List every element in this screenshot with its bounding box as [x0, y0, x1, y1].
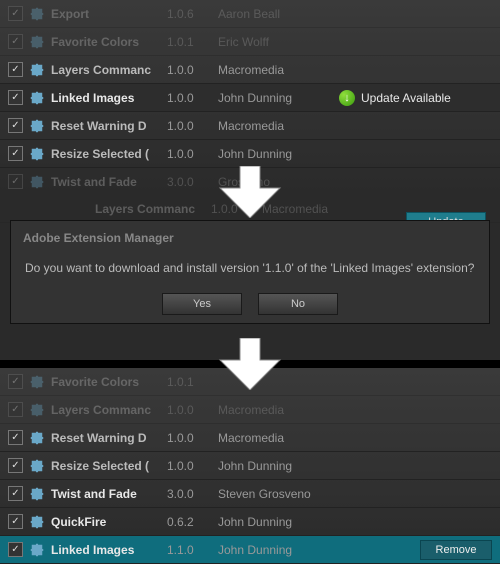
checkbox[interactable]: ✓	[8, 62, 23, 77]
puzzle-icon	[29, 542, 45, 558]
table-row[interactable]: ✓ Layers Commanc 1.0.0 Macromedia	[0, 56, 500, 84]
puzzle-icon	[29, 146, 45, 162]
ext-version: 1.1.0	[167, 543, 212, 557]
table-row[interactable]: ✓ Reset Warning D 1.0.0 Macromedia	[0, 424, 500, 452]
ext-name: Twist and Fade	[51, 487, 161, 501]
download-icon: ↓	[339, 90, 355, 106]
bottom-panel: ✓Favorite Colors1.0.1✓Layers Commanc1.0.…	[0, 368, 500, 560]
ext-author: Macromedia	[218, 119, 333, 133]
ext-author: Macromedia	[218, 431, 333, 445]
ext-name: Layers Commanc	[51, 403, 161, 417]
remove-button[interactable]: Remove	[420, 540, 492, 560]
ext-version: 1.0.0	[167, 63, 212, 77]
ext-name: Reset Warning D	[51, 431, 161, 445]
dialog-title: Adobe Extension Manager	[11, 221, 489, 251]
table-row[interactable]: ✓ Twist and Fade 3.0.0 Steven Grosveno	[0, 480, 500, 508]
ext-name: Resize Selected (	[51, 459, 161, 473]
ext-author: Eric Wolff	[218, 35, 333, 49]
ext-name: Resize Selected (	[51, 147, 161, 161]
arrow-1	[0, 166, 500, 218]
ext-version: 3.0.0	[167, 487, 212, 501]
dialog-buttons: Yes No	[11, 293, 489, 315]
table-row[interactable]: ✓ Resize Selected ( 1.0.0 John Dunning	[0, 140, 500, 168]
checkbox[interactable]: ✓	[8, 458, 23, 473]
ext-name: Export	[51, 7, 161, 21]
puzzle-icon	[29, 514, 45, 530]
ext-version: 1.0.1	[167, 35, 212, 49]
ext-name: Layers Commanc	[51, 63, 161, 77]
checkbox[interactable]: ✓	[8, 430, 23, 445]
table-row[interactable]: ✓ Export 1.0.6 Aaron Beall	[0, 0, 500, 28]
table-row[interactable]: ✓ Linked Images 1.0.0 John Dunning ↓Update A…	[0, 84, 500, 112]
puzzle-icon	[29, 458, 45, 474]
puzzle-icon	[29, 486, 45, 502]
arrow-2	[0, 338, 500, 390]
ext-name: Linked Images	[51, 91, 161, 105]
checkbox[interactable]: ✓	[8, 118, 23, 133]
dialog-body: Do you want to download and install vers…	[11, 251, 489, 293]
table-row[interactable]: ✓ QuickFire 0.6.2 John Dunning	[0, 508, 500, 536]
ext-version: 1.0.6	[167, 7, 212, 21]
table-row[interactable]: ✓ Favorite Colors 1.0.1 Eric Wolff	[0, 28, 500, 56]
table-row[interactable]: ✓ Reset Warning D 1.0.0 Macromedia	[0, 112, 500, 140]
ext-name: Reset Warning D	[51, 119, 161, 133]
checkbox[interactable]: ✓	[8, 34, 23, 49]
table-row[interactable]: ✓ Layers Commanc 1.0.0 Macromedia	[0, 396, 500, 424]
ext-name: QuickFire	[51, 515, 161, 529]
puzzle-icon	[29, 34, 45, 50]
no-button[interactable]: No	[258, 293, 338, 315]
ext-version: 1.0.0	[167, 431, 212, 445]
ext-author: Macromedia	[218, 63, 333, 77]
ext-name: Linked Images	[51, 543, 161, 557]
dialog: Adobe Extension Manager Do you want to d…	[10, 220, 490, 324]
checkbox[interactable]: ✓	[8, 90, 23, 105]
puzzle-icon	[29, 430, 45, 446]
ext-author: John Dunning	[218, 543, 333, 557]
checkbox[interactable]: ✓	[8, 146, 23, 161]
ext-version: 1.0.0	[167, 91, 212, 105]
checkbox[interactable]: ✓	[8, 542, 23, 557]
ext-author: John Dunning	[218, 91, 333, 105]
table-row[interactable]: ✓ Resize Selected ( 1.0.0 John Dunning	[0, 452, 500, 480]
ext-author: Steven Grosveno	[218, 487, 333, 501]
checkbox[interactable]: ✓	[8, 514, 23, 529]
checkbox[interactable]: ✓	[8, 6, 23, 21]
puzzle-icon	[29, 118, 45, 134]
ext-author: Macromedia	[218, 403, 333, 417]
ext-version: 0.6.2	[167, 515, 212, 529]
puzzle-icon	[29, 6, 45, 22]
ext-version: 1.0.0	[167, 459, 212, 473]
ext-author: John Dunning	[218, 147, 333, 161]
puzzle-icon	[29, 90, 45, 106]
ext-author: John Dunning	[218, 459, 333, 473]
ext-version: 1.0.0	[167, 119, 212, 133]
puzzle-icon	[29, 62, 45, 78]
ext-version: 1.0.0	[167, 403, 212, 417]
ext-name: Favorite Colors	[51, 35, 161, 49]
checkbox[interactable]: ✓	[8, 486, 23, 501]
puzzle-icon	[29, 402, 45, 418]
checkbox[interactable]: ✓	[8, 402, 23, 417]
yes-button[interactable]: Yes	[162, 293, 242, 315]
ext-author: Aaron Beall	[218, 7, 333, 21]
update-available[interactable]: ↓Update Available	[339, 90, 451, 106]
ext-version: 1.0.0	[167, 147, 212, 161]
ext-author: John Dunning	[218, 515, 333, 529]
